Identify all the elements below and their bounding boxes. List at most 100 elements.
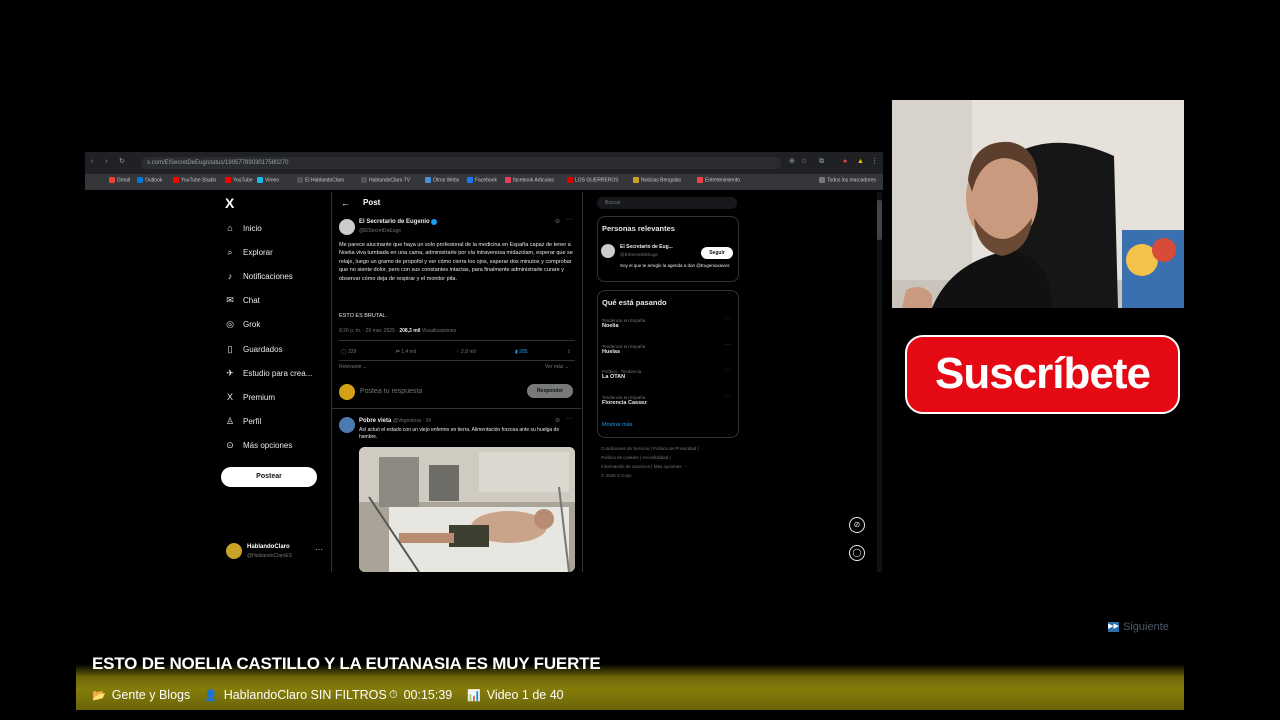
trends-panel [597, 290, 739, 438]
trend-item[interactable]: Tendencia en España Noelia [602, 318, 645, 329]
x-logo-icon[interactable]: X [225, 195, 234, 211]
menu-icon[interactable]: ⋮ [871, 158, 879, 166]
grok-icon[interactable]: ⊘ [555, 218, 560, 225]
trend-item[interactable]: Tendencia en España Huelas [602, 344, 645, 355]
grok-float-icon[interactable]: ⊘ [849, 517, 865, 533]
extensions-icon[interactable]: ⧉ [819, 158, 827, 166]
search-icon: ⌕ [227, 246, 233, 257]
account-avatar[interactable] [226, 543, 242, 559]
postear-button[interactable]: Postear [221, 467, 317, 487]
nav-item-perfil[interactable]: ♙ Perfil [225, 414, 261, 428]
trends-title: Qué está pasando [602, 298, 667, 307]
reply-author-avatar[interactable] [339, 417, 355, 433]
nav-item-premium[interactable]: X Premium [225, 390, 275, 404]
bookmark-item[interactable]: Otros Webs [425, 177, 459, 183]
reply-button[interactable]: Responder [527, 384, 573, 398]
trend-item[interactable]: Política · Tendencia La OTAN [602, 369, 641, 380]
trend-more-icon[interactable]: ··· [725, 342, 731, 348]
nav-item-guardados[interactable]: ▯ Guardados [225, 342, 283, 356]
trend-item[interactable]: Tendencia en España Florencia Cassez [602, 395, 647, 406]
heart-icon: ♡ [455, 349, 460, 355]
bookmark-item[interactable]: Facebook [467, 177, 497, 183]
more-icon[interactable]: ··· [566, 415, 573, 422]
bookmark-item[interactable]: HablandoClaro TV [361, 177, 410, 183]
folder-icon: 📂 [92, 689, 106, 702]
like-action[interactable]: ♡ 2,8 mil [455, 349, 476, 355]
post-header-title: Post [363, 198, 381, 207]
bookmark-action[interactable]: ▮ 285 [515, 349, 528, 355]
reply-photo[interactable] [359, 447, 575, 572]
footer-line[interactable]: Información de anuncios | Más opciones ·… [601, 462, 741, 471]
author-handle[interactable]: @ElSecretDeEuge [359, 228, 401, 234]
nav-item-inicio[interactable]: ⌂ Inicio [225, 221, 261, 235]
messages-float-icon[interactable]: ◯ [849, 545, 865, 561]
relevant-person-name[interactable]: El Secretario de Eug... [620, 244, 673, 250]
stopwatch-icon: ⏱ [389, 688, 398, 701]
all-bookmarks[interactable]: Todos los marcadores [819, 177, 876, 183]
grok-icon[interactable]: ⊘ [555, 417, 560, 424]
bell-icon: ♪ [227, 271, 233, 281]
nav-item-chat[interactable]: ✉ Chat [225, 293, 260, 307]
more-icon[interactable]: ··· [566, 216, 573, 223]
trend-more-icon[interactable]: ··· [725, 316, 731, 322]
bookmark-item[interactable]: Entretenimiento [697, 177, 740, 183]
alert-icon[interactable]: ▲ [857, 158, 865, 166]
trend-more-icon[interactable]: ··· [725, 393, 731, 399]
tweet-meta: 8:26 p. m. · 26 mar. 2025 · 208,3 mil Vi… [339, 328, 457, 334]
right-search-input[interactable]: Buscar [597, 197, 737, 209]
nav-item-mas-opciones[interactable]: ⊙ Más opciones [225, 438, 292, 452]
author-avatar[interactable] [339, 219, 355, 235]
back-arrow-icon[interactable]: ← [341, 198, 350, 208]
account-more-icon[interactable]: ··· [315, 545, 323, 554]
address-bar[interactable]: x.com/ElSecretDeEug/status/1905778903017… [141, 157, 781, 169]
scrollbar-thumb[interactable] [877, 200, 882, 240]
repost-action[interactable]: ⇄ 1,4 mil [396, 349, 416, 355]
nav-item-estudio[interactable]: ✈ Estudio para crea... [225, 366, 312, 380]
relevant-person-avatar[interactable] [601, 244, 615, 258]
nav-item-explorar[interactable]: ⌕ Explorar [225, 245, 272, 259]
scrollbar[interactable] [877, 192, 882, 572]
author-name[interactable]: El Secretario de Eugenio [359, 219, 430, 225]
share-icon[interactable]: ⇪ [567, 349, 571, 355]
video-title: ESTO DE NOELIA CASTILLO Y LA EUTANASIA E… [92, 654, 601, 673]
account-name[interactable]: HablandoClaro [247, 544, 290, 550]
back-icon[interactable]: ‹ [91, 158, 99, 166]
webcam-feed [892, 100, 1184, 308]
bookmark-icon: ▯ [227, 343, 233, 354]
tweet-text: Me parece alucinante que haya un solo pr… [339, 242, 573, 282]
bookmark-item[interactable]: Vimeo [257, 177, 279, 183]
subscribe-button[interactable]: Suscríbete [905, 335, 1180, 414]
bookmark-item[interactable]: LOS GUERREROS [567, 177, 619, 183]
presenter-image [892, 100, 1184, 308]
footer-line[interactable]: Condiciones de Servicio | Política de Pr… [601, 444, 741, 453]
next-video[interactable]: ▶▶ Siguiente [1108, 621, 1169, 633]
relevant-person-handle[interactable]: @ElSecretDeEuge [620, 252, 658, 257]
bookmark-item[interactable]: Gmail [109, 177, 130, 183]
see-more[interactable]: Ver más ⌄ [545, 364, 569, 370]
nav-item-grok[interactable]: ◎ Grok [225, 317, 260, 331]
hospital-photo-image [359, 447, 575, 572]
forward-icon[interactable]: › [105, 158, 113, 166]
reply-text: Así actuó el estado con un viejo enfermo… [359, 427, 560, 440]
star-icon[interactable]: ☆ [801, 158, 809, 166]
bookmark-item[interactable]: Noticias Bengolas [633, 177, 681, 183]
reload-icon[interactable]: ↻ [119, 158, 127, 166]
bookmark-item[interactable]: Outlook [137, 177, 162, 183]
footer-line[interactable]: Política de cookies | Accesibilidad | [601, 453, 741, 462]
nav-item-notificaciones[interactable]: ♪ Notificaciones [225, 269, 293, 283]
bookmark-item[interactable]: YouTube [225, 177, 253, 183]
bookmark-item[interactable]: El HablandoClaro [297, 177, 344, 183]
trend-more-icon[interactable]: ··· [725, 367, 731, 373]
folder-icon [697, 177, 703, 183]
extension-icon[interactable]: ⊕ [789, 158, 797, 166]
next-icon: ▶▶ [1108, 622, 1119, 633]
show-more-link[interactable]: Mostrar más [602, 422, 633, 428]
playlist-info: 📊 Video 1 de 40 [467, 688, 564, 702]
profile-icon[interactable]: ● [843, 158, 851, 166]
bookmark-item[interactable]: YouTube Studio [173, 177, 216, 183]
bookmark-item[interactable]: facebook Artículos [505, 177, 554, 183]
reply-input[interactable]: Postea tu respuesta [360, 388, 422, 395]
reply-action[interactable]: ◯ 229 [341, 349, 356, 355]
sort-relevant[interactable]: Relevante ⌄ [339, 364, 367, 370]
follow-button[interactable]: Seguir [701, 247, 733, 259]
